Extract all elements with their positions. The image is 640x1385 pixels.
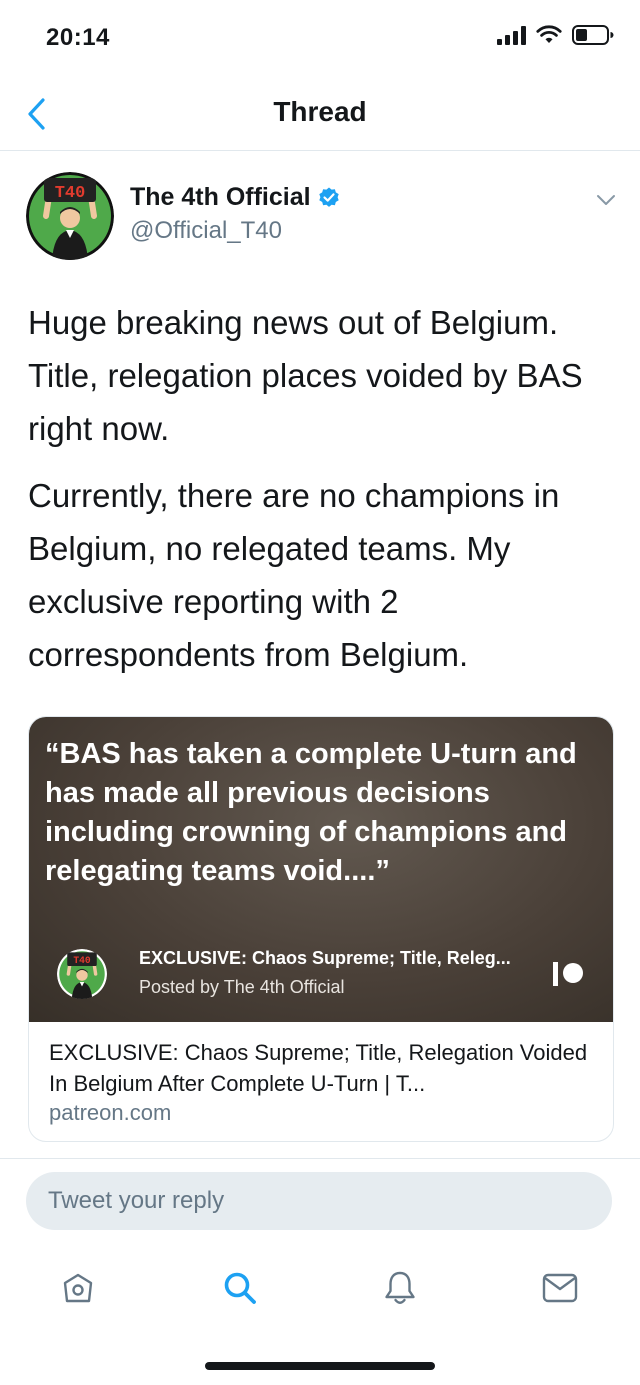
nav-bar: Thread <box>0 80 640 151</box>
avatar-sign-text: T40 <box>55 184 86 203</box>
card-image: “BAS has taken a complete U-turn and has… <box>29 717 613 1022</box>
battery-icon <box>572 25 614 45</box>
tab-home[interactable] <box>56 1266 100 1310</box>
tweet-options-button[interactable] <box>592 188 620 212</box>
card-link-title: EXCLUSIVE: Chaos Supreme; Title, Relegat… <box>49 1040 588 1096</box>
card-domain: patreon.com <box>49 1100 172 1125</box>
home-indicator <box>205 1362 435 1370</box>
status-icons <box>497 24 614 46</box>
search-icon <box>224 1272 256 1304</box>
card-post-author: Posted by The 4th Official <box>139 977 345 997</box>
home-icon <box>63 1273 93 1303</box>
card-quote: “BAS has taken a complete U-turn and has… <box>45 738 577 887</box>
tab-messages[interactable] <box>538 1266 582 1310</box>
card-post-title: EXCLUSIVE: Chaos Supreme; Title, Releg..… <box>139 948 511 968</box>
tab-search[interactable] <box>218 1266 262 1310</box>
card-author-avatar: T40 <box>57 949 107 999</box>
chevron-down-icon <box>597 195 615 205</box>
patreon-logo-icon <box>553 962 583 986</box>
cellular-signal-icon <box>497 25 526 45</box>
author-handle[interactable]: @Official_T40 <box>130 217 282 245</box>
messages-envelope-icon <box>542 1273 578 1303</box>
author-name-row: The 4th Official <box>130 183 341 212</box>
divider <box>0 1158 640 1159</box>
tab-notifications[interactable] <box>378 1266 422 1310</box>
notifications-bell-icon <box>385 1271 415 1304</box>
status-time: 20:14 <box>46 24 110 51</box>
link-preview-card[interactable]: “BAS has taken a complete U-turn and has… <box>28 716 614 1142</box>
page-title: Thread <box>273 96 367 127</box>
reply-input[interactable] <box>26 1172 612 1230</box>
status-bar: 20:14 <box>0 0 640 80</box>
tab-bar <box>0 1256 640 1316</box>
wifi-icon <box>536 25 562 43</box>
author-name[interactable]: The 4th Official <box>130 183 311 212</box>
tweet-paragraph: Currently, there are no champions in Bel… <box>28 477 560 673</box>
tweet-paragraph: Huge breaking news out of Belgium. Title… <box>28 304 583 447</box>
author-avatar[interactable]: T40 <box>26 172 114 260</box>
card-avatar-sign-text: T40 <box>73 955 91 966</box>
verified-badge-icon <box>318 187 339 207</box>
tweet-text: Huge breaking news out of Belgium. Title… <box>28 296 618 695</box>
